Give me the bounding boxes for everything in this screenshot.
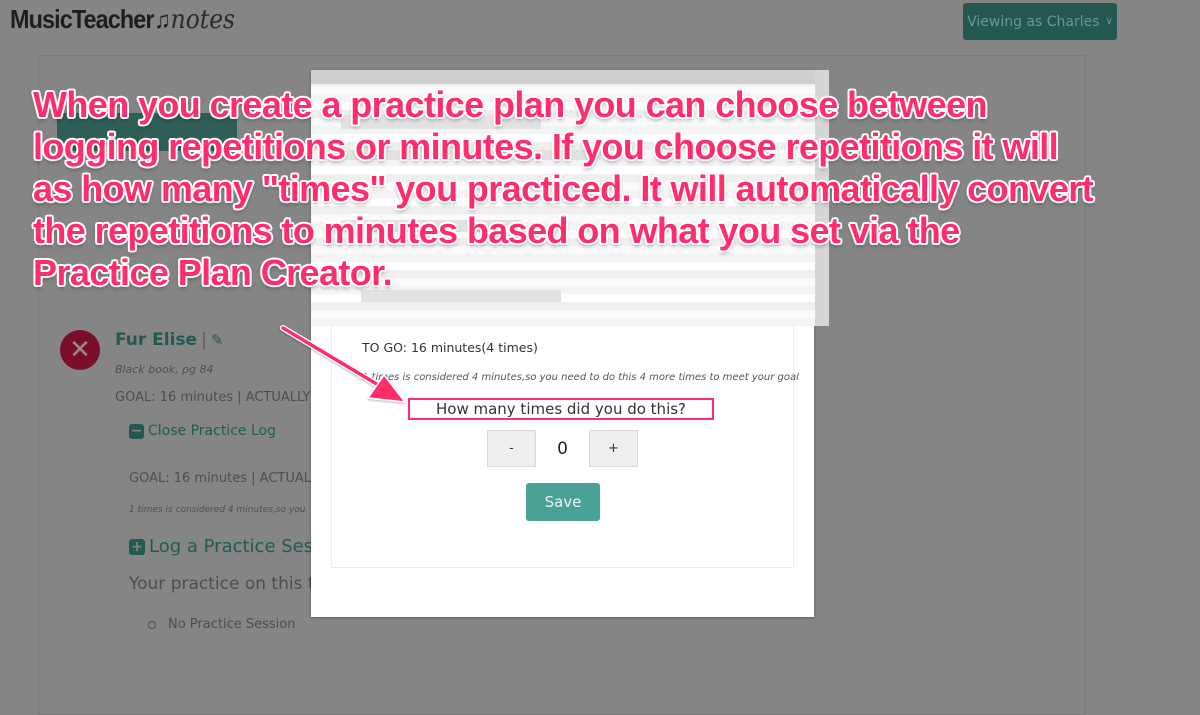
session-list-item: No Practice Session bbox=[148, 617, 295, 632]
close-practice-log-label: Close Practice Log bbox=[148, 423, 276, 439]
log-goal-line: GOAL: 16 minutes | ACTUAL bbox=[129, 471, 311, 486]
minus-square-icon: − bbox=[129, 423, 144, 439]
plus-square-icon: + bbox=[129, 538, 145, 555]
task-title-row: Fur Elise | ✎ bbox=[115, 330, 223, 350]
task-status-x-icon: ✕ bbox=[60, 330, 100, 370]
logo-main-text: MusicTeacher bbox=[10, 4, 154, 34]
log-practice-session-link[interactable]: + Log a Practice Sessi bbox=[129, 536, 328, 557]
annotation-line: When you create a practice plan you can … bbox=[33, 84, 988, 125]
logo-script-text: notes bbox=[170, 5, 236, 35]
redacted-header bbox=[311, 70, 821, 84]
music-note-icon: ♫ bbox=[154, 7, 170, 34]
edit-icon[interactable]: ✎ bbox=[211, 331, 224, 349]
chevron-down-icon: ∨ bbox=[1105, 16, 1113, 27]
app-logo[interactable]: MusicTeacher♫notes bbox=[10, 4, 235, 35]
conversion-hint: 1 times is considered 4 minutes,so you n… bbox=[362, 372, 799, 383]
close-practice-log-link[interactable]: − Close Practice Log bbox=[129, 423, 276, 439]
your-practice-text: Your practice on this ta bbox=[129, 574, 325, 594]
title-separator: | bbox=[201, 330, 207, 350]
annotation-line: the repetitions to minutes based on what… bbox=[33, 210, 960, 251]
decrement-button[interactable]: - bbox=[487, 430, 536, 467]
task-goal-line: GOAL: 16 minutes | ACTUALLY bbox=[115, 390, 311, 405]
times-stepper: - + bbox=[487, 430, 638, 467]
times-input[interactable] bbox=[537, 430, 588, 467]
log-practice-session-label: Log a Practice Sessi bbox=[149, 536, 328, 557]
viewing-as-dropdown[interactable]: Viewing as Charles ∨ bbox=[963, 3, 1117, 40]
viewing-as-label: Viewing as Charles bbox=[967, 13, 1100, 30]
increment-button[interactable]: + bbox=[589, 430, 638, 467]
annotation-callout: When you create a practice plan you can … bbox=[33, 84, 1193, 294]
annotation-line: as how many "times" you practiced. It wi… bbox=[33, 168, 1094, 209]
save-button[interactable]: Save bbox=[526, 483, 600, 521]
bullet-icon bbox=[148, 620, 156, 629]
session-label: No Practice Session bbox=[168, 617, 296, 632]
log-hint-line: 1 times is considered 4 minutes,so you bbox=[129, 505, 306, 515]
annotation-line: logging repetitions or minutes. If you c… bbox=[33, 126, 1059, 167]
task-title[interactable]: Fur Elise bbox=[115, 330, 197, 350]
annotation-line: Practice Plan Creator. bbox=[33, 252, 393, 293]
task-subtitle: Black book, pg 84 bbox=[115, 363, 214, 376]
to-go-text: TO GO: 16 minutes(4 times) bbox=[362, 340, 538, 355]
times-question-label: How many times did you do this? bbox=[408, 398, 714, 420]
